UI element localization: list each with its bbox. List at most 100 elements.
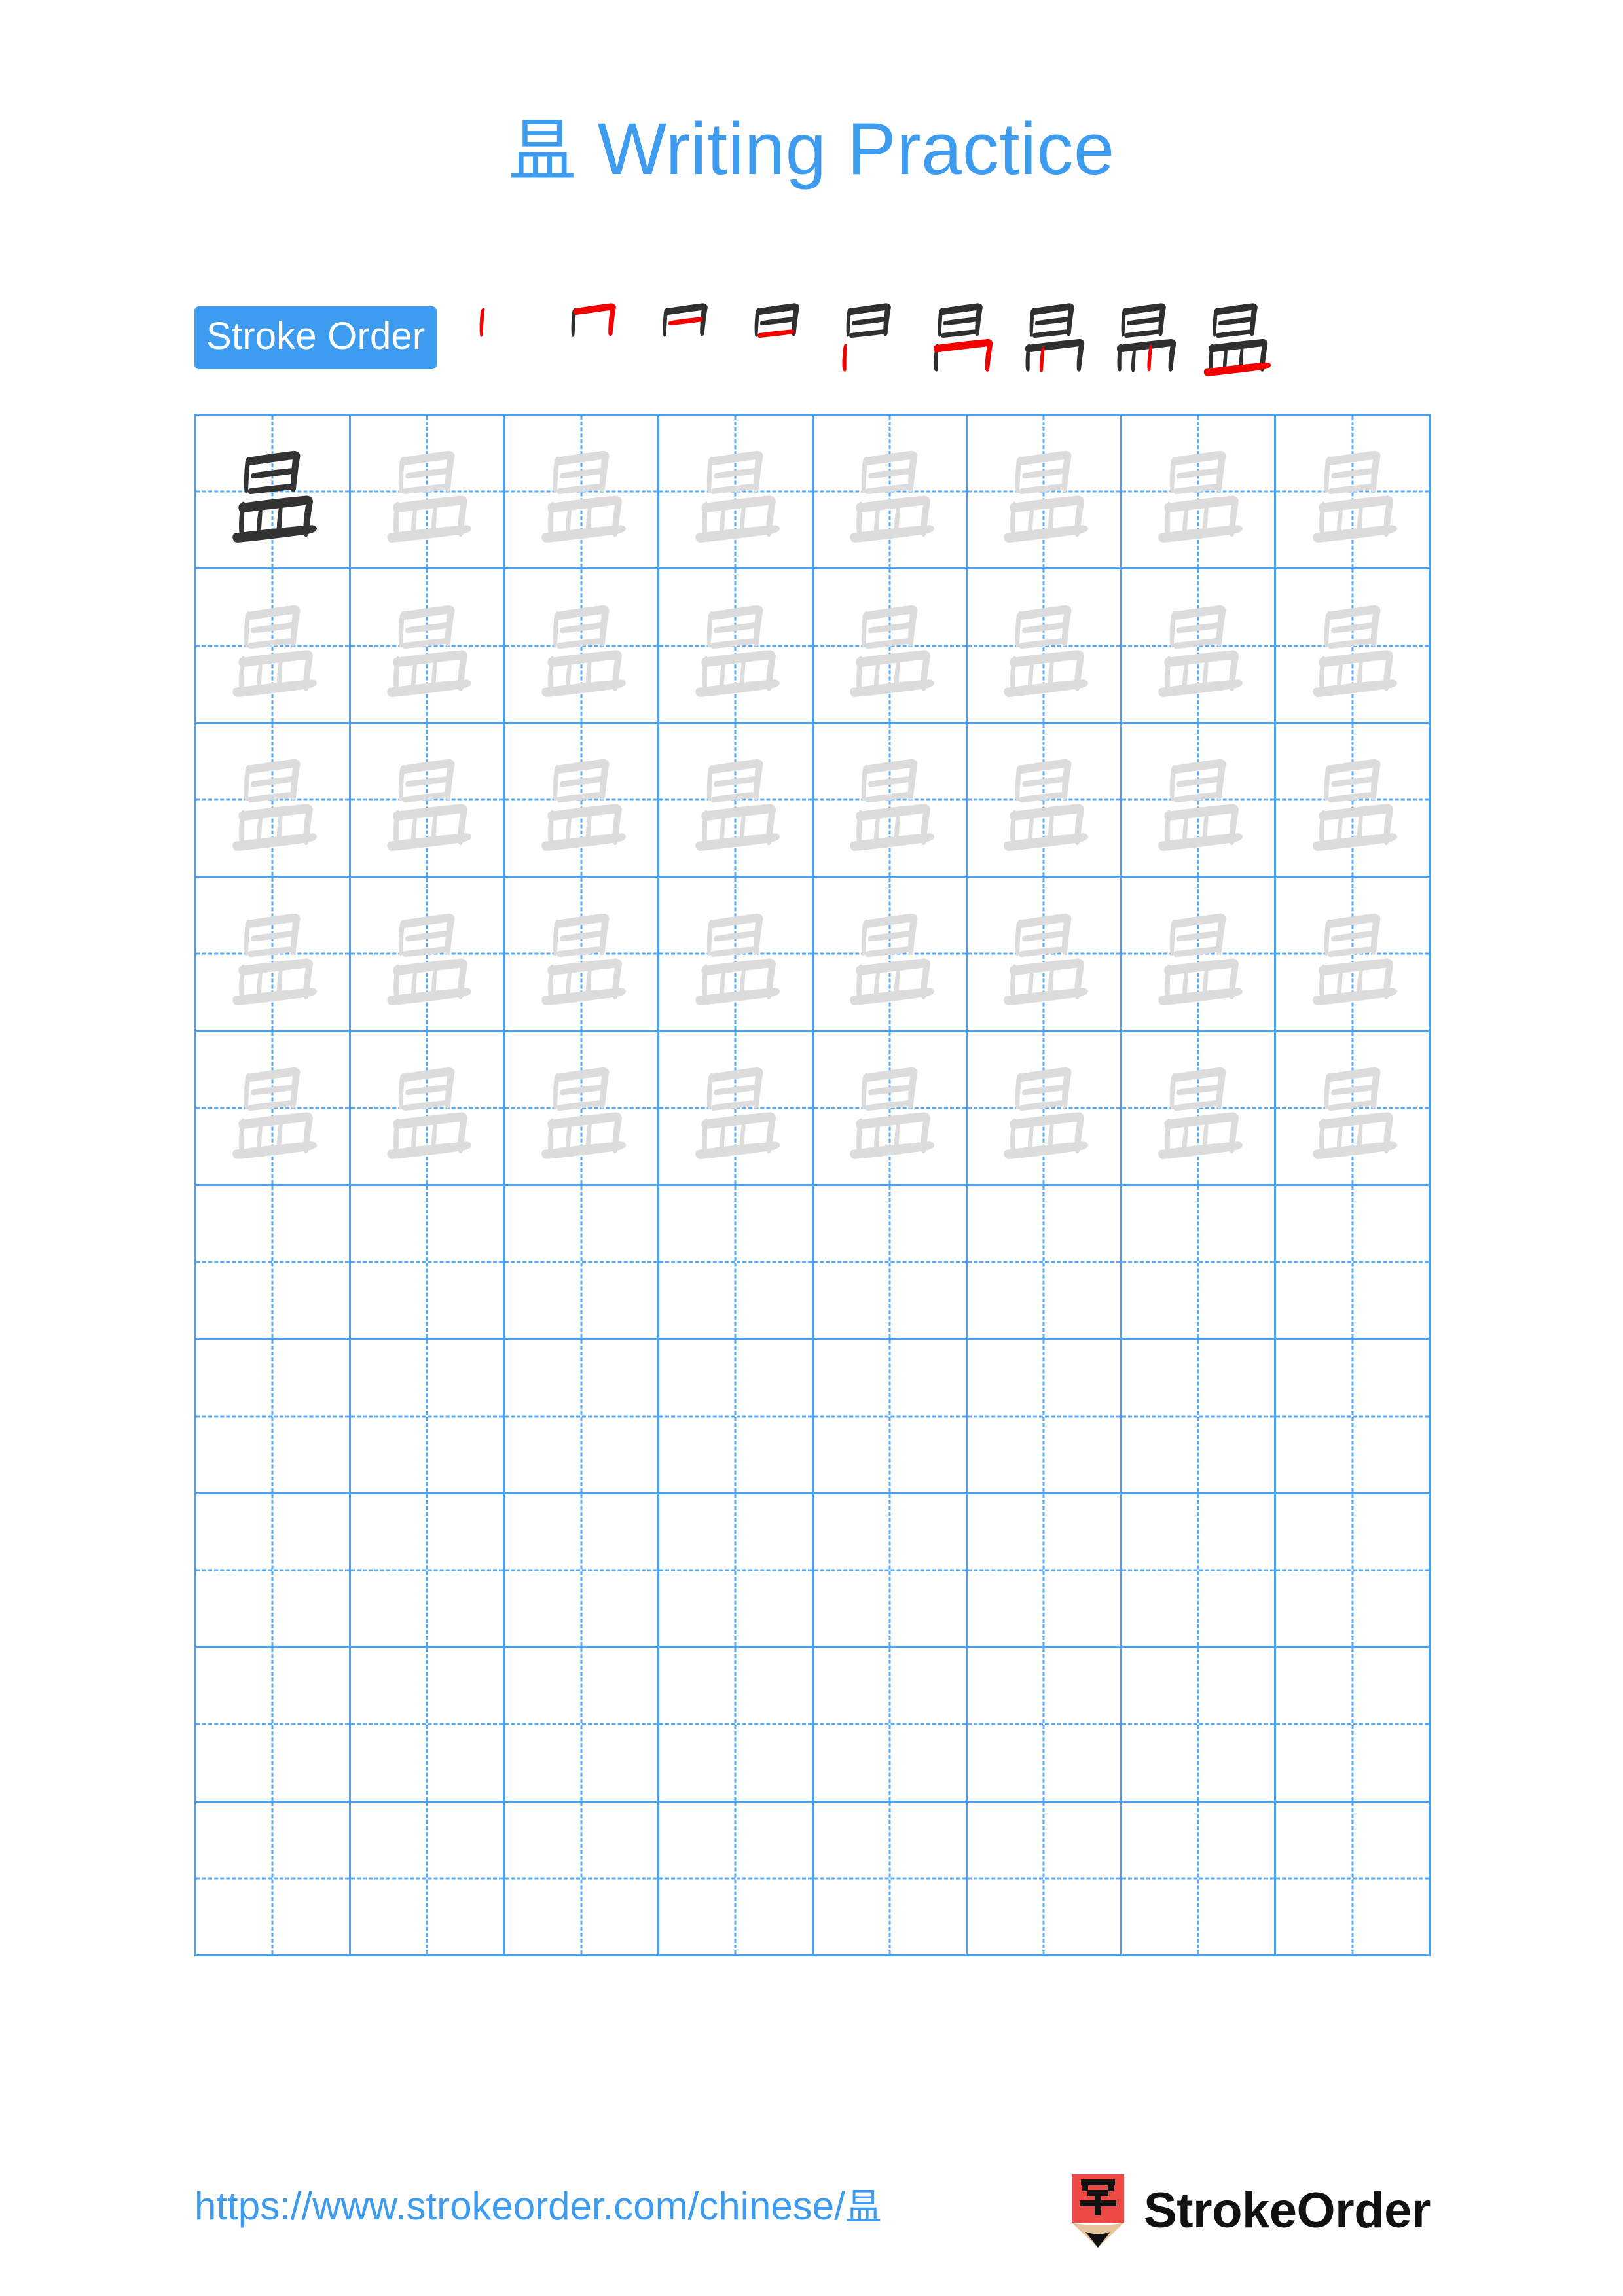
practice-cell-r1-c7[interactable] [1122, 416, 1277, 570]
practice-cell-r3-c7[interactable] [1122, 723, 1277, 878]
practice-cell-r6-c4[interactable] [659, 1185, 814, 1340]
practice-cell-r8-c7[interactable] [1122, 1494, 1277, 1649]
practice-cell-r1-c8[interactable] [1276, 416, 1431, 570]
trace-character [659, 1048, 812, 1168]
practice-grid [194, 414, 1431, 1956]
practice-cell-r10-c3[interactable] [505, 1802, 659, 1956]
practice-cell-r2-c7[interactable] [1122, 569, 1277, 724]
practice-cell-r8-c3[interactable] [505, 1494, 659, 1649]
trace-character [659, 740, 812, 860]
practice-cell-r4-c5[interactable] [813, 878, 968, 1032]
trace-character [814, 893, 966, 1014]
practice-cell-r3-c4[interactable] [659, 723, 814, 878]
practice-cell-r2-c2[interactable] [350, 569, 505, 724]
practice-cell-r7-c8[interactable] [1276, 1340, 1431, 1494]
practice-cell-r9-c7[interactable] [1122, 1648, 1277, 1803]
practice-cell-r7-c1[interactable] [196, 1340, 351, 1494]
trace-character [505, 431, 657, 552]
trace-character [351, 586, 503, 706]
practice-cell-r8-c2[interactable] [350, 1494, 505, 1649]
model-character [196, 431, 349, 552]
practice-cell-r9-c3[interactable] [505, 1648, 659, 1803]
practice-cell-r9-c1[interactable] [196, 1648, 351, 1803]
practice-cell-r6-c1[interactable] [196, 1185, 351, 1340]
trace-character [814, 431, 966, 552]
practice-cell-r6-c7[interactable] [1122, 1185, 1277, 1340]
practice-cell-r2-c1[interactable] [196, 569, 351, 724]
practice-cell-r5-c3[interactable] [505, 1031, 659, 1186]
practice-cell-r6-c6[interactable] [968, 1185, 1122, 1340]
practice-cell-r10-c6[interactable] [968, 1802, 1122, 1956]
practice-cell-r7-c3[interactable] [505, 1340, 659, 1494]
practice-cell-r9-c8[interactable] [1276, 1648, 1431, 1803]
practice-cell-r5-c4[interactable] [659, 1031, 814, 1186]
practice-cell-r5-c7[interactable] [1122, 1031, 1277, 1186]
practice-cell-r5-c8[interactable] [1276, 1031, 1431, 1186]
practice-cell-r1-c2[interactable] [350, 416, 505, 570]
practice-cell-r1-c3[interactable] [505, 416, 659, 570]
practice-cell-r9-c4[interactable] [659, 1648, 814, 1803]
practice-cell-r5-c2[interactable] [350, 1031, 505, 1186]
stroke-order-badge: Stroke Order [194, 306, 437, 369]
practice-cell-r3-c3[interactable] [505, 723, 659, 878]
practice-cell-r9-c6[interactable] [968, 1648, 1122, 1803]
practice-cell-r5-c5[interactable] [813, 1031, 968, 1186]
practice-cell-r3-c8[interactable] [1276, 723, 1431, 878]
practice-cell-r10-c5[interactable] [813, 1802, 968, 1956]
stroke-step-8 [1098, 292, 1190, 384]
practice-cell-r6-c3[interactable] [505, 1185, 659, 1340]
practice-cell-r10-c7[interactable] [1122, 1802, 1277, 1956]
practice-cell-r6-c5[interactable] [813, 1185, 968, 1340]
practice-cell-r9-c5[interactable] [813, 1648, 968, 1803]
practice-cell-r2-c4[interactable] [659, 569, 814, 724]
practice-cell-r10-c2[interactable] [350, 1802, 505, 1956]
footer-url-link[interactable]: https://www.strokeorder.com/chinese/昷 [194, 2183, 882, 2229]
practice-cell-r4-c4[interactable] [659, 878, 814, 1032]
practice-cell-r6-c8[interactable] [1276, 1185, 1431, 1340]
practice-cell-r8-c5[interactable] [813, 1494, 968, 1649]
trace-character [351, 1048, 503, 1168]
practice-cell-r8-c1[interactable] [196, 1494, 351, 1649]
practice-cell-r7-c2[interactable] [350, 1340, 505, 1494]
trace-character [968, 586, 1120, 706]
practice-cell-r10-c4[interactable] [659, 1802, 814, 1956]
practice-cell-r3-c2[interactable] [350, 723, 505, 878]
stroke-step-4 [731, 292, 823, 384]
practice-cell-r7-c5[interactable] [813, 1340, 968, 1494]
practice-cell-r4-c7[interactable] [1122, 878, 1277, 1032]
trace-character [968, 1048, 1120, 1168]
practice-cell-r3-c5[interactable] [813, 723, 968, 878]
trace-character [1276, 893, 1429, 1014]
practice-cell-r10-c1[interactable] [196, 1802, 351, 1956]
practice-cell-r8-c6[interactable] [968, 1494, 1122, 1649]
practice-cell-r4-c1[interactable] [196, 878, 351, 1032]
practice-cell-r6-c2[interactable] [350, 1185, 505, 1340]
practice-cell-r1-c1[interactable] [196, 416, 351, 570]
trace-character [1122, 1048, 1275, 1168]
practice-cell-r3-c6[interactable] [968, 723, 1122, 878]
practice-cell-r5-c1[interactable] [196, 1031, 351, 1186]
practice-cell-r4-c3[interactable] [505, 878, 659, 1032]
practice-cell-r4-c8[interactable] [1276, 878, 1431, 1032]
practice-cell-r3-c1[interactable] [196, 723, 351, 878]
practice-cell-r7-c7[interactable] [1122, 1340, 1277, 1494]
practice-cell-r1-c5[interactable] [813, 416, 968, 570]
practice-cell-r10-c8[interactable] [1276, 1802, 1431, 1956]
practice-cell-r4-c6[interactable] [968, 878, 1122, 1032]
brand-name: StrokeOrder [1144, 2183, 1431, 2238]
trace-character [351, 431, 503, 552]
practice-cell-r4-c2[interactable] [350, 878, 505, 1032]
practice-cell-r8-c8[interactable] [1276, 1494, 1431, 1649]
practice-cell-r5-c6[interactable] [968, 1031, 1122, 1186]
brand-logo[interactable]: StrokeOrder [1068, 2174, 1431, 2248]
practice-cell-r2-c6[interactable] [968, 569, 1122, 724]
practice-cell-r2-c8[interactable] [1276, 569, 1431, 724]
practice-cell-r1-c4[interactable] [659, 416, 814, 570]
practice-cell-r1-c6[interactable] [968, 416, 1122, 570]
practice-cell-r7-c4[interactable] [659, 1340, 814, 1494]
practice-cell-r7-c6[interactable] [968, 1340, 1122, 1494]
practice-cell-r2-c5[interactable] [813, 569, 968, 724]
practice-cell-r2-c3[interactable] [505, 569, 659, 724]
practice-cell-r8-c4[interactable] [659, 1494, 814, 1649]
practice-cell-r9-c2[interactable] [350, 1648, 505, 1803]
